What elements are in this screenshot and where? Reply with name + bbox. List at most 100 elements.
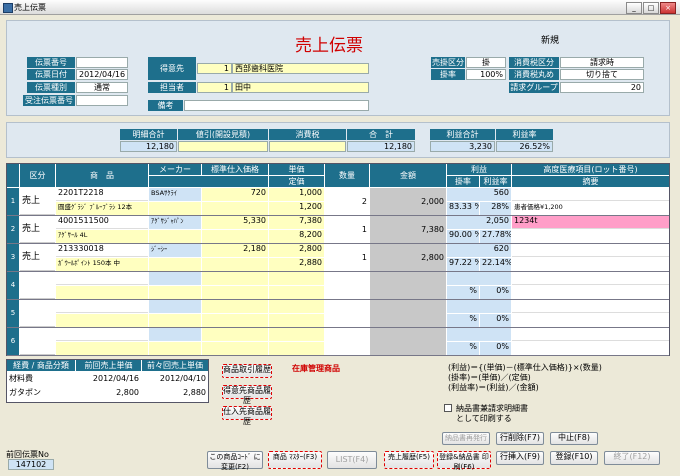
minimize-button[interactable]: _ [626,2,642,14]
row-hyojun[interactable] [202,272,268,285]
row-hyojun[interactable]: 720 [202,188,268,201]
row-kubun[interactable]: 売上 [20,188,55,215]
row-suryo[interactable] [325,328,369,355]
row-hyojun-sub [202,258,268,271]
row-insert-button[interactable]: 行挿入(F9) [496,451,544,465]
row-lot-field[interactable] [512,272,669,285]
tanto-code-field[interactable]: 1 [197,82,232,93]
row-hyojun[interactable]: 2,180 [202,244,268,257]
end-button[interactable]: 終了(F12) [604,451,660,465]
row-shohin-code[interactable] [56,328,148,341]
list-button[interactable]: LIST(F4) [327,451,377,469]
row-kubun[interactable] [20,272,55,299]
row-teika[interactable] [269,342,324,355]
row-tekiyo-field[interactable] [512,258,669,271]
row-teika[interactable] [269,286,324,299]
row-lot-field[interactable] [512,244,669,257]
row-tanka[interactable] [269,300,324,313]
row-tekiyo-field[interactable] [512,230,669,243]
row-maker[interactable]: BSAｻｸﾗｲ [149,188,201,201]
row-suryo[interactable]: 1 [325,244,369,271]
print-checkbox[interactable] [444,404,452,412]
row-shohin-code[interactable]: 4001511500 [56,216,148,229]
row-maker[interactable]: ｱｸﾞｻｼﾞｬﾊﾟﾝ [149,216,201,229]
row-tanka[interactable] [269,328,324,341]
row-delete-button[interactable]: 行削除(F7) [496,432,544,445]
date-field[interactable]: 2012/04/16 [76,69,128,80]
row-teika[interactable]: 8,200 [269,230,324,243]
row-shohin-name[interactable] [56,286,148,299]
window-title: 売上伝票 [14,3,46,12]
register-print-button[interactable]: 登録&納品書 印刷(F6) [437,451,491,471]
order-field[interactable] [76,95,128,106]
col-maker: メーカー [149,164,201,175]
round-field[interactable]: 切り捨て [560,69,644,80]
row-teika[interactable] [269,314,324,327]
code-change-button[interactable]: この商品ｺｰﾄﾞ に変更(F2) [207,451,263,471]
denpyo-no-field[interactable] [76,57,128,68]
type-select[interactable]: 通常 [76,82,128,93]
calc-field[interactable]: 請求時 [560,57,644,68]
row-maker-sub [149,314,201,327]
tokui-history-button[interactable]: 得意先商品履歴 [222,385,272,405]
row-kubun[interactable]: 売上 [20,244,55,271]
sales-history-button[interactable]: 売上履歴(F5) [384,451,434,469]
group-field[interactable]: 20 [560,82,644,93]
row-kingaku: 2,000 [370,188,446,215]
row-tanka[interactable]: 1,000 [269,188,324,201]
maximize-button[interactable]: □ [643,2,659,14]
row-shohin-name[interactable]: 圓盛ｸﾞﾗｼﾞ ﾌﾞﾙｰﾌﾞﾗｼ 12本 [56,202,148,215]
row-tanka[interactable] [269,272,324,285]
tokui-name-field[interactable]: 西部歯科医院 [232,63,369,74]
shiire-history-button[interactable]: 仕入先商品履歴 [222,406,272,426]
nebiki-field[interactable] [178,141,268,152]
tokui-code-field[interactable]: 1 [197,63,232,74]
history-table: 経費 / 商品分類 前回売上単価 前々回売上単価 材料費 2012/04/16 … [6,359,209,403]
shohizei-field[interactable] [269,141,346,152]
row-lot-field[interactable] [512,328,669,341]
tanto-name-field[interactable]: 田中 [232,82,369,93]
row-maker[interactable]: ｼﾞｰｼｰ [149,244,201,257]
kubun-field[interactable]: 掛 [466,57,506,68]
row-kubun[interactable] [20,328,55,355]
row-shohin-code[interactable] [56,300,148,313]
row-shohin-code[interactable]: 213330018 [56,244,148,257]
row-tekiyo-field[interactable] [512,286,669,299]
row-shohin-name[interactable]: ｶﾞｳｰﾙﾎﾟｲﾝﾄ 150本 中 [56,258,148,271]
close-button[interactable]: × [660,2,676,14]
row-suryo[interactable] [325,272,369,299]
row-hyojun[interactable] [202,300,268,313]
row-shohin-name[interactable]: ｱｸﾞｻｰﾙ 4L [56,230,148,243]
row-suryo[interactable]: 2 [325,188,369,215]
row-tekiyo-field[interactable] [512,342,669,355]
register-button[interactable]: 登録(F10) [550,451,598,465]
row-maker[interactable] [149,272,201,285]
rate-field[interactable]: 100% [466,69,506,80]
row-maker[interactable] [149,300,201,313]
row-lot-field[interactable] [512,300,669,313]
row-maker[interactable] [149,328,201,341]
shohin-master-button[interactable]: 商品 ﾏｽﾀｰ(F3) [268,451,322,469]
row-teika[interactable]: 2,880 [269,258,324,271]
biko-field[interactable] [184,100,369,111]
row-hyojun[interactable] [202,328,268,341]
row-tanka[interactable]: 2,800 [269,244,324,257]
row-shohin-code[interactable] [56,272,148,285]
row-suryo[interactable] [325,300,369,327]
row-tanka[interactable]: 7,380 [269,216,324,229]
row-tekiyo-field[interactable]: 患者価格¥1,200 [512,202,669,215]
row-kubun[interactable] [20,300,55,327]
nohin-reissue-button[interactable]: 納品書再発行 [442,432,490,445]
row-shohin-name[interactable] [56,342,148,355]
row-teika[interactable]: 1,200 [269,202,324,215]
row-kubun[interactable]: 売上 [20,216,55,243]
row-lot-field[interactable]: 1234t [512,216,669,229]
row-suryo[interactable]: 1 [325,216,369,243]
cancel-button[interactable]: 中止(F8) [550,432,598,445]
row-tekiyo-field[interactable] [512,314,669,327]
row-hyojun[interactable]: 5,330 [202,216,268,229]
row-lot-field[interactable] [512,188,669,201]
row-shohin-name[interactable] [56,314,148,327]
shohin-history-button[interactable]: 商品取引履歴 [222,364,272,378]
row-shohin-code[interactable]: 2201T2218 [56,188,148,201]
